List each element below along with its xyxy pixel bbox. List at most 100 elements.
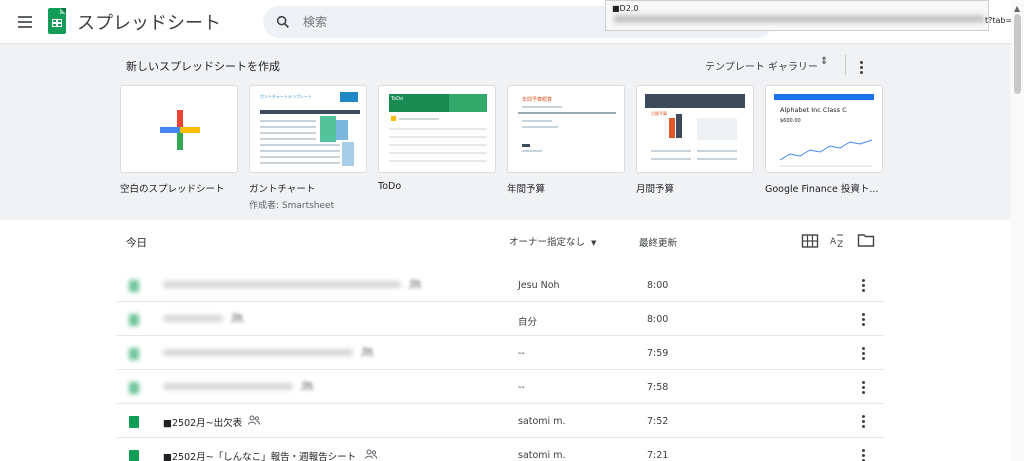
caret-down-icon: ▼ (591, 239, 597, 247)
divider (845, 55, 846, 75)
thumb-bar (522, 144, 530, 147)
owner-filter-dropdown[interactable]: オーナー指定なし ▼ (509, 234, 596, 248)
more-options-icon[interactable] (854, 59, 868, 75)
template-gantt[interactable]: ガントチャートテンプレート ガントチャート 作成者: Smartsheet (249, 85, 367, 211)
template-gallery-label: テンプレート ギャラリー (705, 62, 818, 73)
file-modified-time: 8:00 (647, 280, 669, 291)
scrollbar[interactable]: ▲ (1011, 0, 1024, 461)
thumb-title: Alphabet Inc Class C (780, 106, 847, 114)
thumb-line (260, 150, 340, 152)
thumb-title: 年間予算概算 (522, 97, 553, 103)
row-more-icon[interactable] (856, 413, 870, 429)
main-menu-icon[interactable] (14, 11, 36, 33)
template-thumbnail[interactable]: ガントチャートテンプレート (249, 85, 367, 173)
sheets-file-icon (129, 382, 139, 394)
template-monthly-budget[interactable]: 月間予算 月間予算 (636, 85, 754, 195)
thumb-line (522, 120, 552, 122)
thumb-bar (449, 94, 487, 112)
thumb-price: $600.00 (780, 118, 801, 124)
thumb-title: ToDo (389, 94, 449, 112)
file-owner: -- (518, 348, 525, 359)
template-blank[interactable]: 空白のスプレッドシート (120, 85, 238, 195)
url-tooltip: ■D2.0 (605, 0, 989, 31)
file-modified-time: 7:21 (647, 450, 669, 461)
url-tooltip-text: ■D2.0 (612, 4, 639, 13)
thumb-title: ガントチャートテンプレート (260, 94, 312, 99)
thumb-line (260, 156, 340, 158)
thumb-chart (780, 139, 872, 167)
template-thumbnail[interactable]: ToDo (378, 85, 496, 173)
file-row[interactable]: Jesu Noh 8:00 (117, 268, 884, 302)
thumb-bar (676, 114, 682, 138)
template-name: 月間予算 (636, 184, 675, 195)
thumb-bar (669, 118, 675, 138)
file-row[interactable]: -- 7:59 (117, 336, 884, 370)
scroll-up-icon[interactable]: ▲ (1014, 4, 1020, 13)
thumb-line (260, 162, 340, 164)
grid-view-icon[interactable] (801, 233, 819, 249)
section-today: 今日 (126, 237, 147, 249)
file-name: ■2502月~出欠表 (163, 418, 243, 429)
row-more-icon[interactable] (856, 345, 870, 361)
last-modified-header[interactable]: 最終更新 (639, 235, 677, 249)
folder-icon[interactable] (857, 232, 875, 248)
sheets-logo-icon[interactable] (48, 8, 66, 34)
thumb-bar (320, 116, 336, 142)
template-annual-budget[interactable]: 年間予算概算 年間予算 (507, 85, 625, 195)
file-row[interactable]: -- 7:58 (117, 370, 884, 404)
template-thumbnail[interactable] (120, 85, 238, 173)
template-thumbnail[interactable]: Alphabet Inc Class C $600.00 (765, 85, 883, 173)
file-owner: Jesu Noh (518, 280, 560, 291)
file-modified-time: 8:00 (647, 314, 669, 325)
template-todo[interactable]: ToDo ToDo (378, 85, 496, 192)
template-thumbnail[interactable]: 年間予算概算 (507, 85, 625, 173)
thumb-logo (340, 92, 358, 102)
template-gallery-button[interactable]: テンプレート ギャラリー ⇕ (705, 56, 828, 73)
template-name: Google Finance 投資ト... (765, 184, 879, 195)
thumb-line (260, 138, 316, 140)
sheets-file-icon (129, 450, 139, 461)
thumb-line (522, 106, 562, 108)
row-more-icon[interactable] (856, 311, 870, 327)
app-title[interactable]: スプレッドシート (77, 9, 221, 35)
thumb-line (389, 136, 487, 138)
sort-az-icon[interactable]: A Z (829, 233, 847, 249)
file-list-header: 今日 オーナー指定なし ▼ 最終更新 A Z (0, 223, 1024, 261)
thumb-line (260, 126, 316, 128)
thumb-box (697, 118, 737, 140)
row-more-icon[interactable] (856, 447, 870, 461)
row-more-icon[interactable] (856, 379, 870, 395)
scrollbar-thumb[interactable] (1014, 14, 1021, 94)
file-row[interactable]: 自分 8:00 (117, 302, 884, 336)
svg-text:Z: Z (837, 240, 843, 249)
search-icon[interactable] (275, 14, 291, 30)
shared-icon (231, 313, 243, 323)
svg-text:A: A (830, 237, 837, 247)
shared-icon (248, 415, 260, 425)
thumb-line (389, 144, 487, 146)
thumb-bar (260, 110, 360, 114)
file-row[interactable]: ■2502月~出欠表 satomi m. 7:52 (117, 404, 884, 438)
file-owner: -- (518, 382, 525, 393)
thumb-line (260, 144, 340, 146)
file-owner: satomi m. (518, 450, 566, 461)
template-thumbnail[interactable]: 月間予算 (636, 85, 754, 173)
thumb-line (651, 158, 691, 160)
top-bar: スプレッドシート ■D2.0 t?tab=t.0 (0, 0, 1024, 43)
file-row[interactable]: ■2502月~「しんなこ」報告・週報告シート satomi m. 7:21 (117, 438, 884, 461)
thumb-line (518, 112, 616, 114)
sheets-file-icon (129, 348, 139, 360)
file-owner: satomi m. (518, 416, 566, 427)
file-modified-time: 7:59 (647, 348, 669, 359)
template-name: ToDo (378, 181, 402, 192)
sheets-file-icon (129, 314, 139, 326)
template-finance-tracker[interactable]: Alphabet Inc Class C $600.00 Google Fina… (765, 85, 883, 195)
file-modified-time: 7:58 (647, 382, 669, 393)
gallery-title: 新しいスプレッドシートを作成 (126, 60, 280, 73)
thumb-line (260, 120, 316, 122)
thumb-line (697, 158, 737, 160)
row-more-icon[interactable] (856, 277, 870, 293)
template-name: 年間予算 (507, 184, 546, 195)
sheets-file-icon (129, 416, 139, 428)
file-owner: 自分 (518, 317, 538, 328)
